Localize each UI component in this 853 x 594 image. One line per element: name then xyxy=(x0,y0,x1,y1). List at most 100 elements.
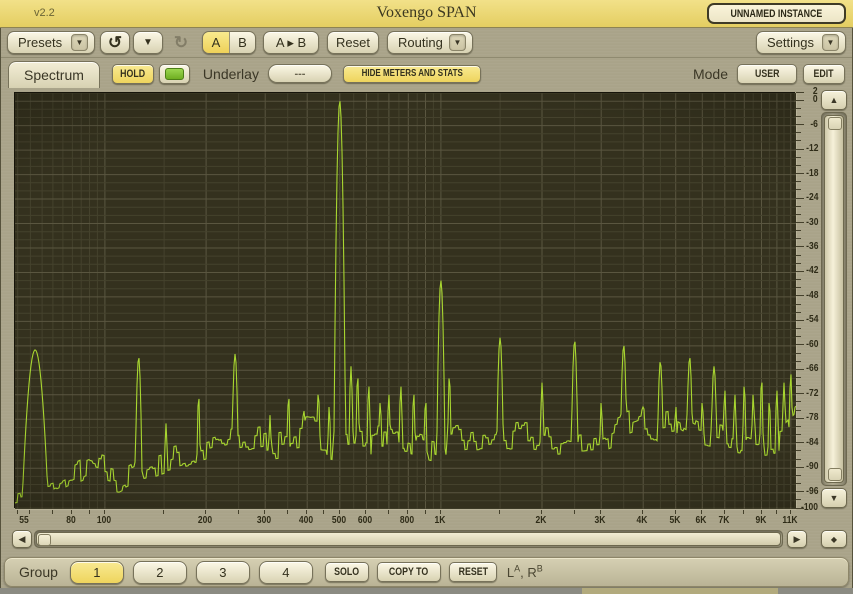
freq-axis-label: 300 xyxy=(257,515,271,526)
group-reset-label: RESET xyxy=(458,566,487,578)
routing-button[interactable]: Routing ▼ xyxy=(387,31,473,54)
group-label: Group xyxy=(19,564,58,580)
horizontal-scrollbar[interactable] xyxy=(34,530,783,548)
db-tick xyxy=(796,165,801,166)
db-axis-label: -96 xyxy=(806,487,818,497)
presets-label: Presets xyxy=(18,35,62,50)
freq-axis-label: 5K xyxy=(669,515,680,526)
vertical-scroll-thumb[interactable] xyxy=(824,115,844,483)
freq-tick xyxy=(541,510,542,514)
ab-compare-group: A B xyxy=(202,31,256,54)
freq-axis-label: 6K xyxy=(696,515,707,526)
scroll-up-button[interactable]: ▲ xyxy=(821,90,847,110)
ab-a-button[interactable]: A xyxy=(203,32,229,53)
spectrum-color-button[interactable] xyxy=(159,64,190,84)
color-swatch xyxy=(165,68,184,80)
db-axis-label: -84 xyxy=(806,438,818,448)
group-1-button[interactable]: 1 xyxy=(70,561,124,584)
db-tick xyxy=(796,483,801,484)
db-axis-label: -12 xyxy=(806,144,818,154)
tab-spectrum[interactable]: Spectrum xyxy=(8,61,100,88)
hide-meters-button[interactable]: HIDE METERS AND STATS xyxy=(343,65,481,83)
mode-edit-button[interactable]: EDIT xyxy=(803,64,845,84)
undo-button[interactable]: ↺ xyxy=(100,31,130,54)
freq-tick xyxy=(790,510,791,514)
db-axis-label: -36 xyxy=(806,242,818,252)
db-tick xyxy=(796,304,801,305)
db-tick xyxy=(796,157,801,158)
db-tick xyxy=(796,149,804,150)
presets-button[interactable]: Presets ▼ xyxy=(7,31,95,54)
ab-b-button[interactable]: B xyxy=(229,32,255,53)
mode-label: Mode xyxy=(693,66,728,82)
history-dropdown-button[interactable]: ▼ xyxy=(133,31,163,54)
db-tick xyxy=(796,263,801,264)
group-bar: Group 1 2 3 4 SOLO COPY TO RESET LA, RB xyxy=(4,557,849,587)
copy-to-button[interactable]: COPY TO xyxy=(377,562,441,582)
freq-tick xyxy=(287,510,288,514)
db-tick xyxy=(796,255,801,256)
a-to-b-button[interactable]: A ▸ B xyxy=(263,31,319,54)
freq-tick xyxy=(306,510,307,514)
reset-button[interactable]: Reset xyxy=(327,31,379,54)
freq-axis-label: 3K xyxy=(595,515,606,526)
group-2-button[interactable]: 2 xyxy=(133,561,187,584)
instance-name-button[interactable]: UNNAMED INSTANCE xyxy=(707,3,846,24)
freq-tick xyxy=(574,510,575,514)
freq-axis-label: 2K xyxy=(536,515,547,526)
db-axis-label: -42 xyxy=(806,266,818,276)
db-tick xyxy=(796,344,804,345)
freq-tick xyxy=(440,510,441,514)
zoom-corner-button[interactable]: ◆ xyxy=(821,530,847,548)
channel-layout-label: LA, RB xyxy=(507,565,543,580)
db-tick xyxy=(796,475,801,476)
freq-tick xyxy=(407,510,408,514)
scroll-down-button[interactable]: ▼ xyxy=(821,488,847,508)
db-tick xyxy=(796,418,804,419)
title-bar: v2.2 Voxengo SPAN UNNAMED INSTANCE xyxy=(0,0,853,28)
db-axis-label: -90 xyxy=(806,462,818,472)
db-tick xyxy=(796,434,801,435)
freq-tick xyxy=(365,510,366,514)
db-tick xyxy=(796,393,804,394)
vertical-scrollbar[interactable] xyxy=(821,112,847,486)
horizontal-scroll-thumb[interactable] xyxy=(36,532,781,546)
freq-axis-label: 400 xyxy=(299,515,313,526)
settings-button[interactable]: Settings ▼ xyxy=(756,31,846,54)
mode-edit-label: EDIT xyxy=(814,68,834,80)
db-tick xyxy=(796,206,801,207)
freq-tick xyxy=(600,510,601,514)
bottom-edge-segment xyxy=(582,588,778,594)
freq-tick xyxy=(388,510,389,514)
freq-tick xyxy=(238,510,239,514)
spectrum-plot[interactable] xyxy=(14,92,795,508)
freq-tick xyxy=(701,510,702,514)
mode-user-button[interactable]: USER xyxy=(737,64,797,84)
db-tick xyxy=(796,271,804,272)
freq-tick xyxy=(71,510,72,514)
group-4-button[interactable]: 4 xyxy=(259,561,313,584)
solo-button[interactable]: SOLO xyxy=(325,562,369,582)
db-tick xyxy=(796,230,801,231)
spectrum-tab-row: Spectrum HOLD Underlay --- HIDE METERS A… xyxy=(0,59,853,88)
freq-axis-label: 9K xyxy=(755,515,766,526)
freq-tick xyxy=(776,510,777,514)
db-axis-label: -66 xyxy=(806,364,818,374)
db-tick xyxy=(796,279,801,280)
group-reset-button[interactable]: RESET xyxy=(449,562,497,582)
db-tick xyxy=(796,426,801,427)
freq-tick xyxy=(52,510,53,514)
db-tick xyxy=(796,222,804,223)
db-axis-label: -78 xyxy=(806,413,818,423)
hold-button[interactable]: HOLD xyxy=(112,64,154,84)
chevron-down-icon: ▼ xyxy=(71,34,88,51)
scroll-right-button[interactable]: ▶ xyxy=(787,530,807,548)
chevron-down-icon: ▼ xyxy=(449,34,466,51)
db-tick xyxy=(796,132,801,133)
db-tick xyxy=(796,459,801,460)
hold-label: HOLD xyxy=(120,68,145,80)
freq-tick xyxy=(323,510,324,514)
group-3-button[interactable]: 3 xyxy=(196,561,250,584)
scroll-left-button[interactable]: ◀ xyxy=(12,530,32,548)
underlay-select-button[interactable]: --- xyxy=(268,64,332,83)
